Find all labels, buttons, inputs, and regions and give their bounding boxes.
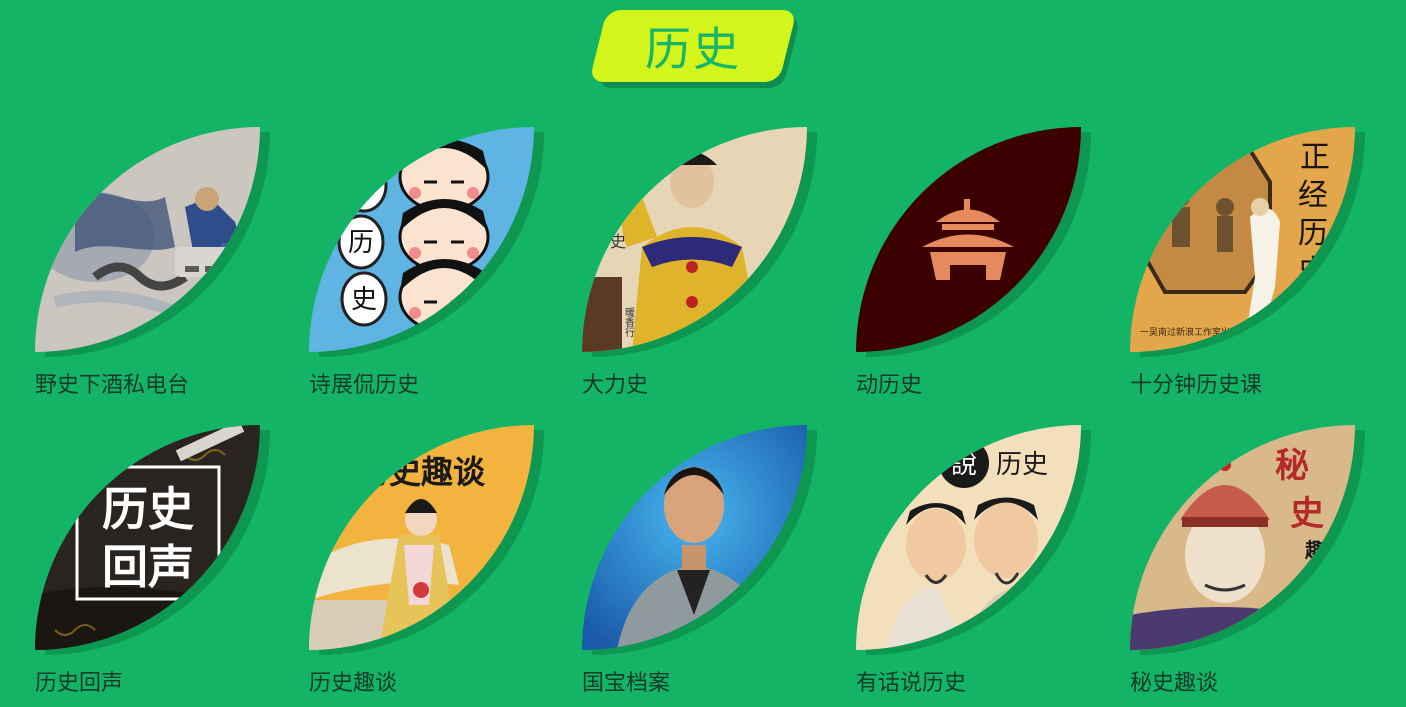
program-card-youhuashuo[interactable]: 话 說 历史 有话说历史 xyxy=(856,425,1091,697)
cover-char: 說 xyxy=(951,450,977,480)
program-cover-guobaodangan[interactable] xyxy=(582,425,807,650)
program-cover-lishihuisheng[interactable]: 历史 回声 xyxy=(35,425,260,650)
cover-char: 暖香行 xyxy=(623,306,635,338)
cover-char: 正 xyxy=(1300,140,1330,175)
program-card-guobaodangan[interactable]: 国宝档案 xyxy=(582,425,817,697)
program-title[interactable]: 历史回声 xyxy=(35,665,123,697)
cover-char: 历史 xyxy=(996,450,1048,480)
program-cover-shifenzhong[interactable]: 正 经 历 史 一吴南过新浪工作室出品 xyxy=(1130,127,1355,352)
program-cover-mishiqutan[interactable]: 秘 史 趣 谈 xyxy=(1130,425,1355,650)
cover-char: 史 xyxy=(610,232,626,251)
program-title[interactable]: 国宝档案 xyxy=(582,665,670,697)
category-title-tag: 历史 xyxy=(589,10,801,88)
program-card-yeshi[interactable]: 野史下酒私电台 xyxy=(35,127,270,399)
cover-char: 史 xyxy=(351,285,377,315)
cover-char: 历 xyxy=(348,228,374,258)
cover-char: 冷 xyxy=(351,171,377,201)
program-title[interactable]: 有话说历史 xyxy=(856,665,966,697)
program-cover-yeshi[interactable] xyxy=(35,127,260,352)
cover-title-line: 历史 xyxy=(102,482,194,536)
program-title[interactable]: 十分钟历史课 xyxy=(1130,367,1262,399)
program-cover-dalishi[interactable]: 史 暖香行 xyxy=(582,127,807,352)
category-title: 历史 xyxy=(645,22,741,76)
program-card-lishiqutan[interactable]: 历史趣谈 历史趣谈 xyxy=(309,425,544,697)
cover-char: 史 xyxy=(1290,494,1324,534)
program-title[interactable]: 动历史 xyxy=(856,367,922,399)
program-title[interactable]: 历史趣谈 xyxy=(309,665,397,697)
program-card-lishihuisheng[interactable]: 历史 回声 历史回声 xyxy=(35,425,270,697)
cover-char: 秘 xyxy=(1275,446,1309,486)
program-title[interactable]: 诗展侃历史 xyxy=(309,367,419,399)
cover-title: 历史趣谈 xyxy=(357,453,486,491)
program-title[interactable]: 大力史 xyxy=(582,367,648,399)
cover-title-line: 回声 xyxy=(102,540,194,594)
program-title[interactable]: 秘史趣谈 xyxy=(1130,665,1218,697)
cover-char: 经 xyxy=(1298,178,1328,213)
program-card-shifenzhong[interactable]: 正 经 历 史 一吴南过新浪工作室出品 十分钟历史课 xyxy=(1130,127,1365,399)
title-tag-shape: 历史 xyxy=(589,10,797,82)
program-cover-donglishi[interactable] xyxy=(856,127,1081,352)
program-cover-shizhan[interactable]: 冷 历 史 xyxy=(309,127,534,352)
cover-char: 话 xyxy=(904,450,930,480)
program-card-shizhan[interactable]: 冷 历 史 诗展侃历史 xyxy=(309,127,544,399)
program-card-mishiqutan[interactable]: 秘 史 趣 谈 秘史趣谈 xyxy=(1130,425,1365,697)
program-cover-lishiqutan[interactable]: 历史趣谈 xyxy=(309,425,534,650)
program-title[interactable]: 野史下酒私电台 xyxy=(35,367,189,399)
program-card-donglishi[interactable]: 动历史 xyxy=(856,127,1091,399)
program-card-dalishi[interactable]: 史 暖香行 大力史 xyxy=(582,127,817,399)
cover-char: 谈 xyxy=(1315,566,1336,590)
program-cover-youhuashuo[interactable]: 话 說 历史 xyxy=(856,425,1081,650)
